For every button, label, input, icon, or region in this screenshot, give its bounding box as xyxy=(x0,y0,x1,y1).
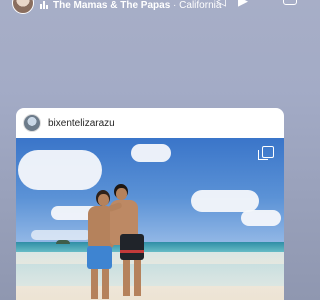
cloud xyxy=(131,144,171,162)
post-author-username[interactable]: bixentelizarazu xyxy=(48,118,115,129)
cloud xyxy=(18,150,102,190)
post-photo[interactable] xyxy=(16,138,284,300)
multiple-photos-icon xyxy=(258,146,274,160)
island xyxy=(56,240,70,244)
story-header: The Mamas & The Papas · California ◁ ▶ xyxy=(0,0,300,16)
person-left-leg xyxy=(91,269,98,299)
cloud xyxy=(241,210,281,226)
post-author-avatar[interactable] xyxy=(23,114,41,132)
person-left-face xyxy=(98,194,109,206)
menu-icon[interactable] xyxy=(283,0,297,5)
post-header: bixentelizarazu xyxy=(16,108,284,138)
shorts-stripe xyxy=(120,250,144,253)
shared-post-card[interactable]: bixentelizarazu xyxy=(16,108,284,300)
music-sticker[interactable]: The Mamas & The Papas · California xyxy=(53,0,221,12)
separator: · xyxy=(173,0,177,11)
person-right-face xyxy=(116,188,127,200)
play-icon[interactable]: ▶ xyxy=(238,0,248,8)
cloud xyxy=(31,230,91,240)
profile-avatar[interactable] xyxy=(12,0,34,14)
song-artist: The Mamas & The Papas xyxy=(53,0,171,11)
music-icon xyxy=(40,1,50,9)
volume-icon[interactable]: ◁ xyxy=(216,0,226,8)
shallow-water xyxy=(16,264,284,286)
person-left-leg xyxy=(102,269,109,299)
person-right-shorts xyxy=(120,234,144,260)
person-right-leg xyxy=(123,260,130,296)
person-left-shorts xyxy=(87,246,112,269)
person-right-leg xyxy=(134,260,141,296)
cloud xyxy=(191,190,259,212)
